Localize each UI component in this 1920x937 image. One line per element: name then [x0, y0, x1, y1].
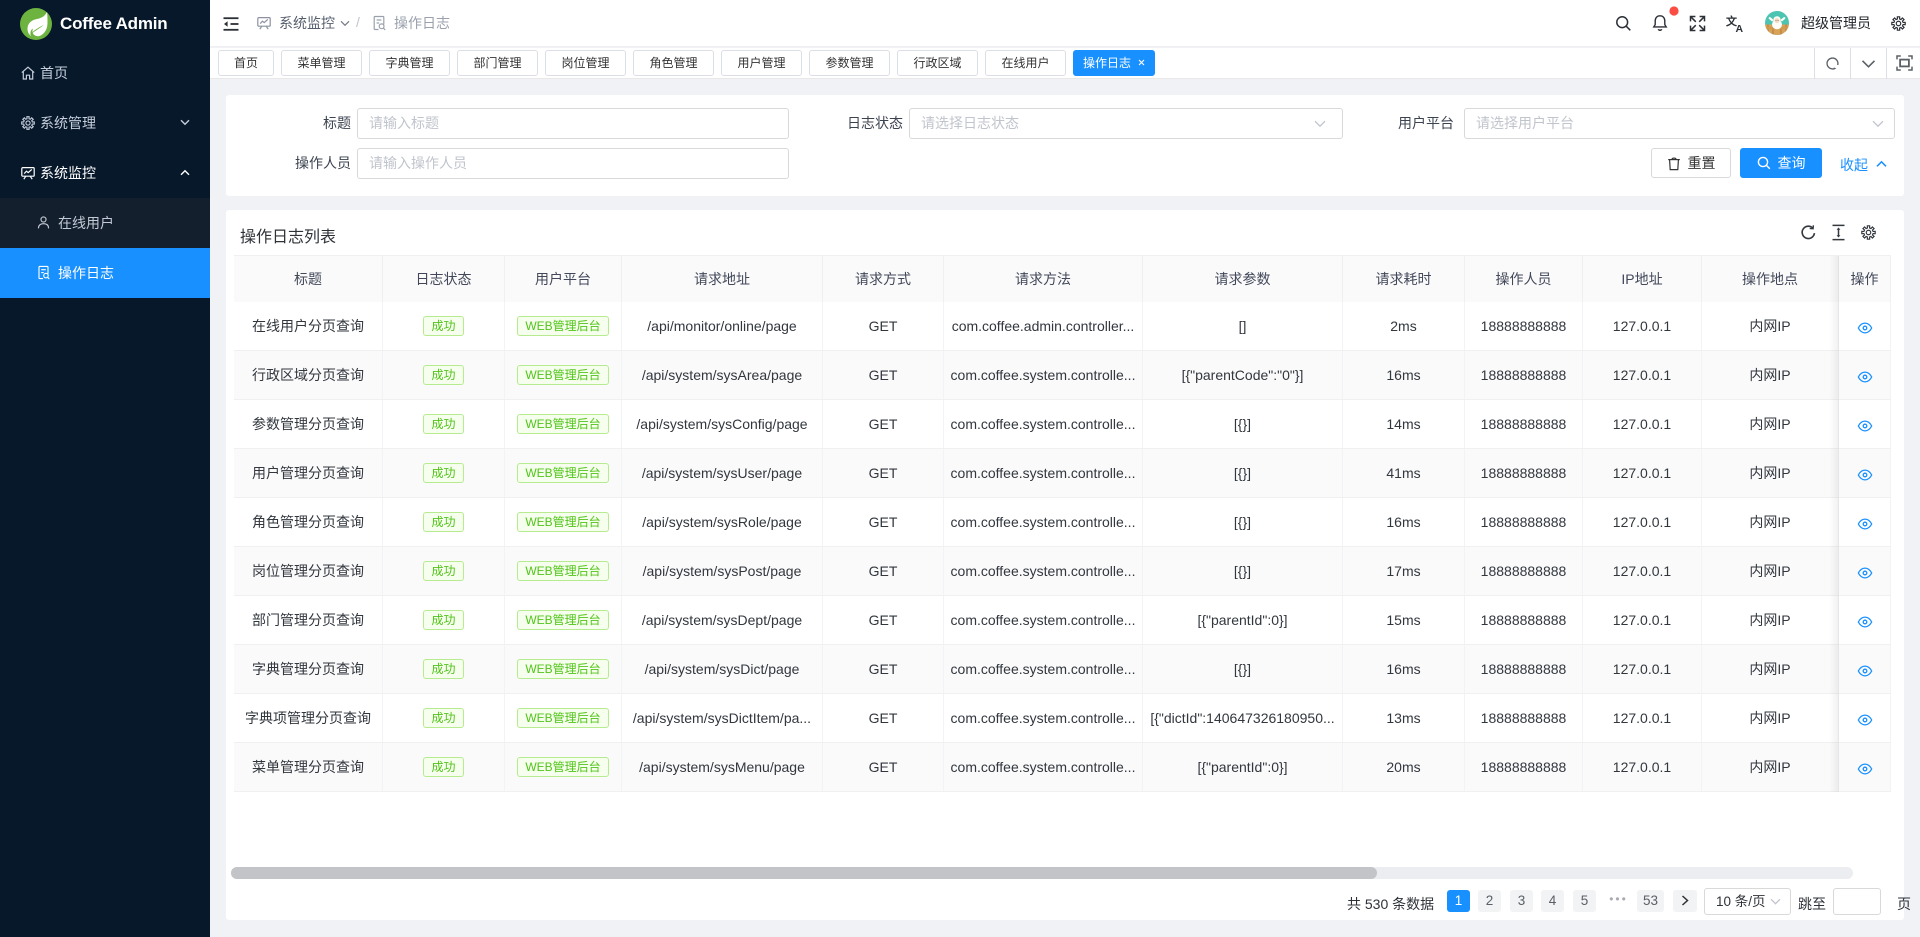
svg-text:A: A	[1736, 23, 1744, 33]
